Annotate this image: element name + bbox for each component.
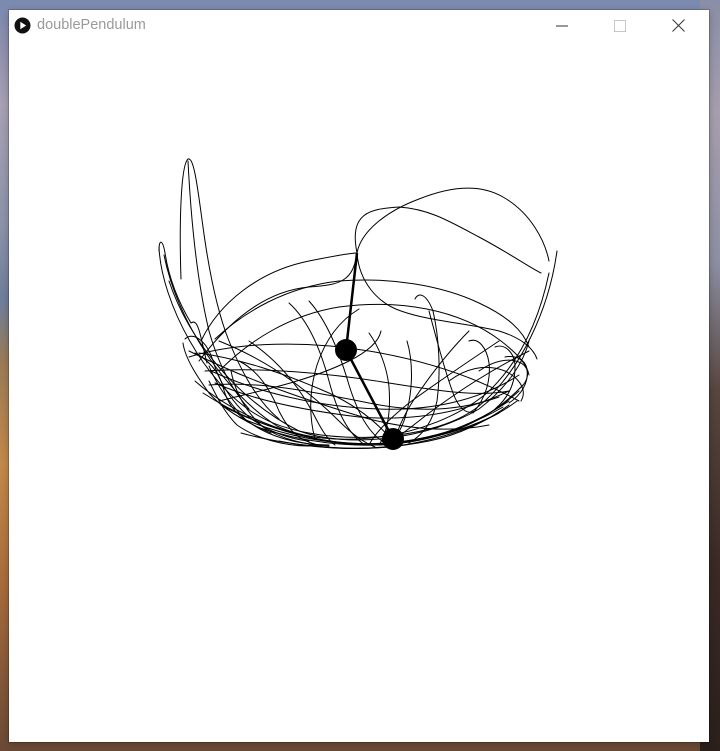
title-bar[interactable]: doublePendulum <box>9 10 709 41</box>
maximize-button[interactable] <box>597 10 643 41</box>
close-button[interactable] <box>655 10 701 41</box>
processing-play-icon <box>14 17 31 34</box>
pendulum-arm-upper <box>344 252 359 351</box>
close-icon <box>671 19 685 32</box>
sketch-canvas <box>158 158 558 450</box>
app-window: doublePendulum <box>9 10 709 742</box>
minimize-icon <box>556 25 568 26</box>
window-title: doublePendulum <box>37 17 146 33</box>
pendulum-arm-lower <box>344 349 395 440</box>
pendulum-bob-upper <box>335 339 357 361</box>
maximize-icon <box>614 19 626 32</box>
minimize-button[interactable] <box>539 10 585 41</box>
pendulum-bob-lower <box>382 428 404 450</box>
pendulum-trace <box>158 158 558 449</box>
